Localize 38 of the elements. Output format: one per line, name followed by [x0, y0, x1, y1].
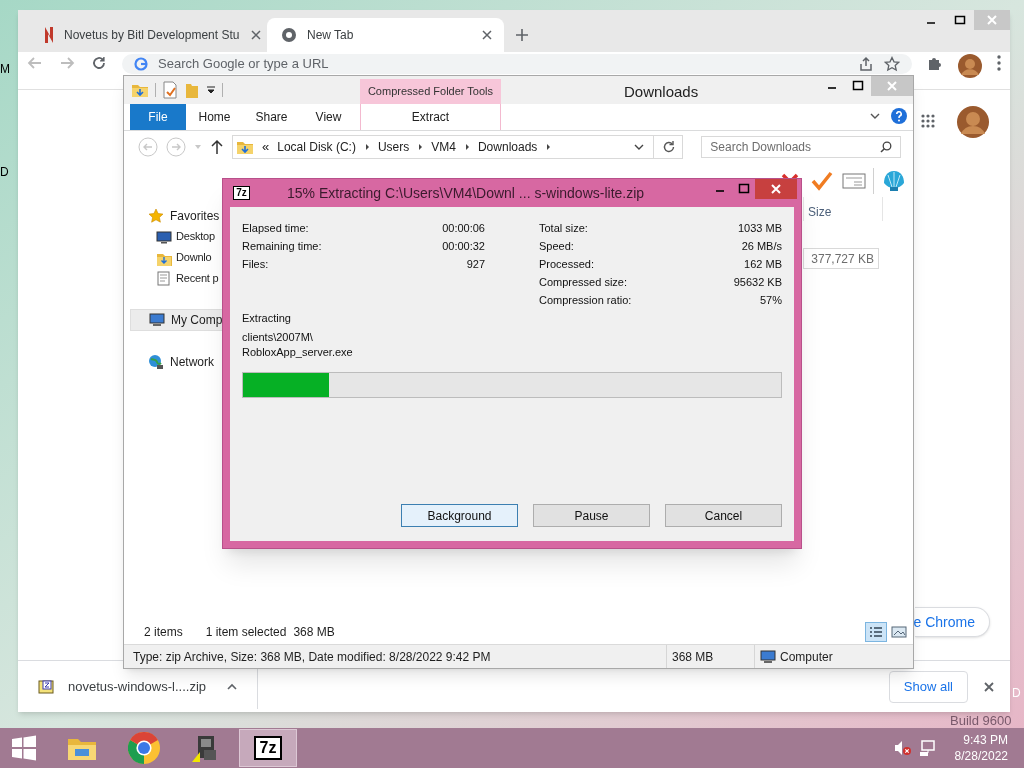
file-path: RobloxApp_server.exe [242, 345, 354, 360]
stat-label: Total size: [539, 220, 588, 236]
stat-label: Files: [242, 256, 269, 272]
details-text: Computer [780, 648, 833, 666]
stat-label: Compressed size: [539, 274, 628, 290]
desktop-icon-label: D [1012, 685, 1021, 702]
stat-label: Processed: [539, 256, 595, 272]
clock-time: 9:43 PM [963, 732, 1008, 748]
stat-value: 95632 KB [733, 274, 782, 290]
file-path: clients\2007M\ [242, 330, 314, 345]
tab-title: New Tab [307, 27, 355, 44]
status-label: Extracting [242, 310, 292, 326]
stat-value: 26 MB/s [741, 238, 782, 254]
details-text: Type: zip Archive, Size: 368 MB, Date modified: 8/28/2022 9:42 PM [124, 645, 667, 668]
status-text: 2 items [144, 624, 183, 641]
desktop-icon-label: M [0, 61, 10, 78]
window-title: 15% Extracting C:\Users\VM4\Downl ... s-windows-lite.zip [287, 183, 645, 203]
stat-label: Remaining time: [242, 238, 322, 254]
stat-value: 00:00:06 [442, 220, 485, 236]
clock-date: 8/28/2022 [954, 748, 1008, 764]
stat-value: 00:00:32 [442, 238, 485, 254]
stat-value: 162 MB [744, 256, 782, 272]
status-text: 1 item selected [205, 624, 287, 641]
stat-value: 57% [759, 292, 782, 308]
context-tab-header: Compressed Folder Tools [360, 79, 501, 104]
tab-title: Novetus by Bitl Development Stu [64, 27, 240, 44]
stat-value: 927 [466, 256, 485, 272]
app-icon: 7z [233, 186, 250, 200]
status-text: 368 MB [293, 624, 335, 641]
stat-label: Elapsed time: [242, 220, 309, 236]
stat-label: Compression ratio: [539, 292, 632, 308]
stat-label: Speed: [539, 238, 574, 254]
stat-value: 1033 MB [737, 220, 782, 236]
table-cell: 377,727 KB [803, 248, 879, 269]
desktop-icon-label: D [0, 164, 9, 181]
details-text: 368 MB [667, 645, 755, 668]
build-text: Build 9600 [950, 712, 1012, 730]
window-title: Downloads [624, 82, 699, 102]
